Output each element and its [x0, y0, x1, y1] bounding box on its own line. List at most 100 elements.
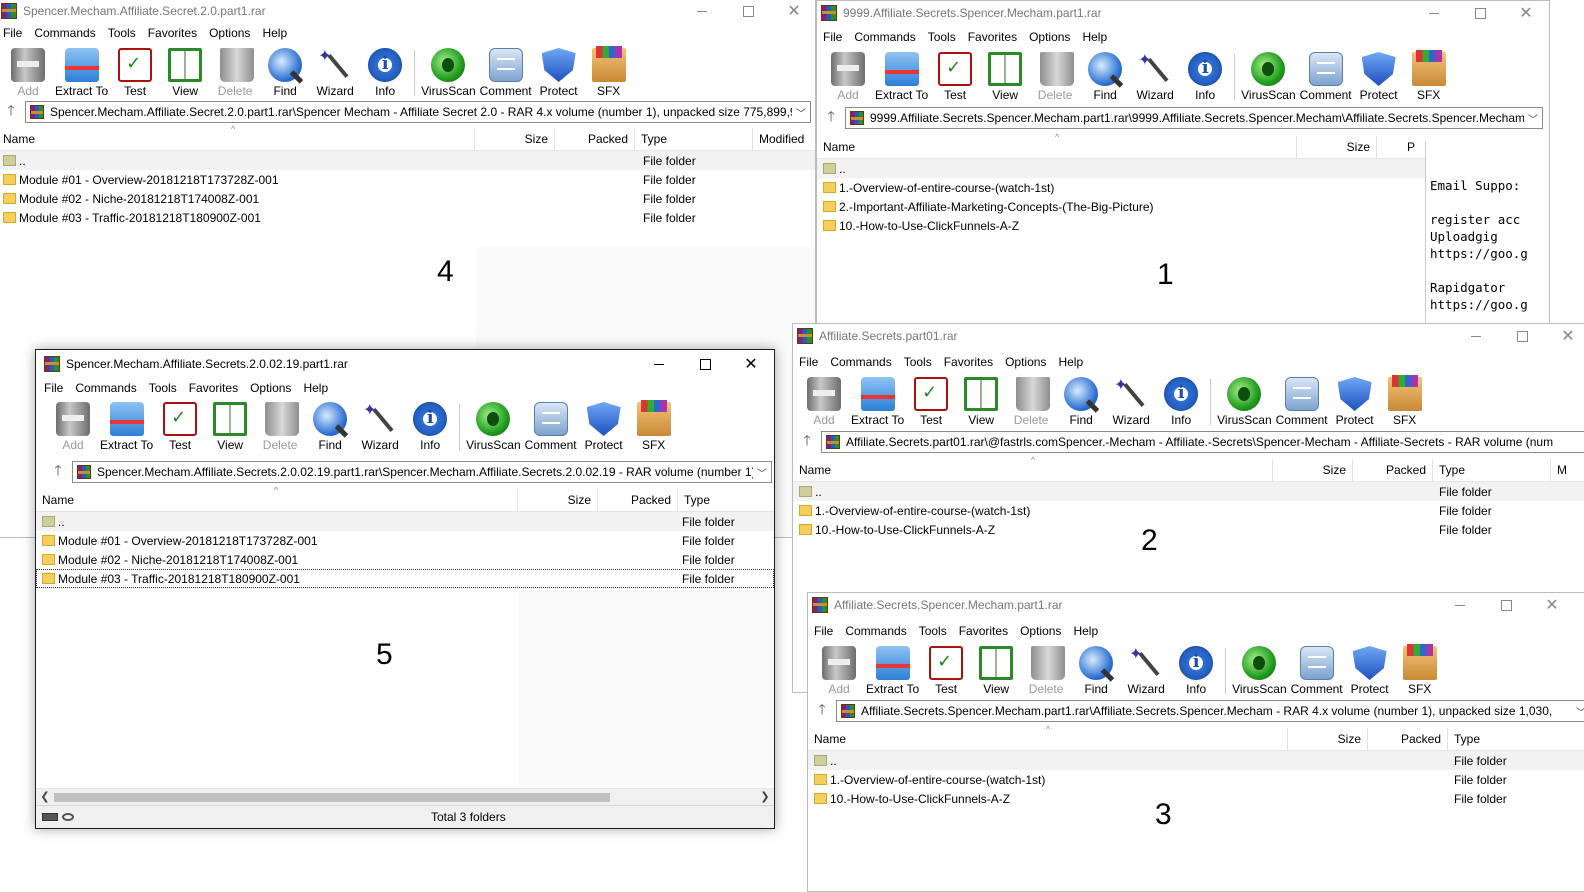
- maximize-button[interactable]: [725, 0, 771, 23]
- add-button[interactable]: Add: [5, 46, 51, 98]
- menu-options[interactable]: Options: [999, 355, 1052, 369]
- delete-button[interactable]: Delete: [212, 46, 258, 98]
- maximize-button[interactable]: [1483, 593, 1529, 617]
- protect-button[interactable]: Protect: [1356, 50, 1402, 102]
- menu-options[interactable]: Options: [1023, 30, 1076, 44]
- virusscan-button[interactable]: VirusScan: [1232, 644, 1287, 696]
- column-modified[interactable]: Modified: [753, 128, 815, 150]
- wizard-button[interactable]: Wizard: [1132, 50, 1178, 102]
- view-button[interactable]: View: [973, 644, 1019, 696]
- menu-tools[interactable]: Tools: [913, 624, 953, 638]
- column-size[interactable]: Size: [1288, 728, 1368, 750]
- path-combobox[interactable]: Spencer.Mecham.Affiliate.Secret.2.0.part…: [25, 101, 811, 123]
- table-row[interactable]: 1.-Overview-of-entire-course-(watch-1st)…: [793, 501, 1584, 520]
- find-button[interactable]: Find: [307, 400, 353, 452]
- table-row[interactable]: 1.-Overview-of-entire-course-(watch-1st)…: [808, 770, 1584, 789]
- view-button[interactable]: View: [982, 50, 1028, 102]
- scrollbar-thumb[interactable]: [54, 793, 610, 802]
- wizard-button[interactable]: Wizard: [357, 400, 403, 452]
- column-modified-cut[interactable]: M: [1551, 459, 1584, 481]
- menu-commands[interactable]: Commands: [69, 381, 142, 395]
- table-row[interactable]: Module #02 - Niche-20181218T174008Z-001 F…: [36, 550, 774, 569]
- menu-favorites[interactable]: Favorites: [183, 381, 244, 395]
- maximize-button[interactable]: [1457, 1, 1503, 25]
- protect-button[interactable]: Protect: [581, 400, 627, 452]
- parent-folder-row[interactable]: ..: [817, 159, 1427, 178]
- extract-to-button[interactable]: Extract To: [851, 375, 904, 427]
- info-button[interactable]: Info: [407, 400, 453, 452]
- info-button[interactable]: Info: [362, 46, 408, 98]
- table-row[interactable]: 2.-Important-Affiliate-Marketing-Concept…: [817, 197, 1427, 216]
- menu-tools[interactable]: Tools: [102, 26, 142, 40]
- menu-help[interactable]: Help: [256, 26, 293, 40]
- find-button[interactable]: Find: [1058, 375, 1104, 427]
- add-button[interactable]: Add: [801, 375, 847, 427]
- column-type[interactable]: Type: [678, 489, 774, 511]
- column-packed-cut[interactable]: P: [1377, 136, 1421, 158]
- menu-options[interactable]: Options: [203, 26, 256, 40]
- add-button[interactable]: Add: [825, 50, 871, 102]
- column-size[interactable]: Size: [1297, 136, 1377, 158]
- sfx-button[interactable]: SFX: [631, 400, 677, 452]
- view-button[interactable]: View: [162, 46, 208, 98]
- minimize-button[interactable]: [1453, 324, 1499, 348]
- menu-favorites[interactable]: Favorites: [142, 26, 203, 40]
- chevron-down-icon[interactable]: ﹀: [753, 465, 771, 480]
- winrar-window-5[interactable]: Spencer.Mecham.Affiliate.Secrets.2.0.02.…: [35, 349, 775, 829]
- menu-tools[interactable]: Tools: [898, 355, 938, 369]
- table-row[interactable]: Module #03 - Traffic-20181218T180900Z-00…: [36, 569, 774, 588]
- parent-folder-row[interactable]: .. File folder: [0, 151, 815, 170]
- column-name[interactable]: Name: [0, 128, 475, 150]
- close-button[interactable]: ✕: [1503, 1, 1549, 25]
- scroll-left-icon[interactable]: ❮: [38, 789, 52, 806]
- add-button[interactable]: Add: [816, 644, 862, 696]
- menu-file[interactable]: File: [0, 26, 28, 40]
- chevron-down-icon[interactable]: ﹀: [792, 105, 810, 120]
- key-icon[interactable]: [62, 813, 74, 821]
- column-type[interactable]: Type: [635, 128, 753, 150]
- minimize-button[interactable]: [1411, 1, 1457, 25]
- add-button[interactable]: Add: [50, 400, 96, 452]
- file-list[interactable]: ^ Name Size Packed Type .. File folder Mod…: [36, 485, 774, 588]
- column-size[interactable]: Size: [518, 489, 598, 511]
- scroll-right-icon[interactable]: ❯: [758, 789, 772, 806]
- menu-options[interactable]: Options: [244, 381, 297, 395]
- menu-help[interactable]: Help: [1076, 30, 1113, 44]
- column-type[interactable]: Type: [1433, 459, 1551, 481]
- virusscan-button[interactable]: VirusScan: [466, 400, 521, 452]
- up-arrow-icon[interactable]: 🡑: [44, 460, 72, 484]
- title-bar[interactable]: Spencer.Mecham.Affiliate.Secrets.2.0.02.…: [36, 350, 774, 378]
- protect-button[interactable]: Protect: [536, 46, 582, 98]
- info-button[interactable]: Info: [1182, 50, 1228, 102]
- close-button[interactable]: ✕: [771, 0, 815, 23]
- sfx-button[interactable]: SFX: [1382, 375, 1428, 427]
- protect-button[interactable]: Protect: [1347, 644, 1393, 696]
- virusscan-button[interactable]: VirusScan: [421, 46, 476, 98]
- file-list[interactable]: ^ Name Size Packed Type M .. File folder 1…: [793, 455, 1584, 539]
- sfx-button[interactable]: SFX: [1397, 644, 1443, 696]
- comment-button[interactable]: Comment: [525, 400, 577, 452]
- column-packed[interactable]: Packed: [1368, 728, 1448, 750]
- close-button[interactable]: ✕: [728, 350, 774, 378]
- menu-help[interactable]: Help: [1052, 355, 1089, 369]
- menu-help[interactable]: Help: [1067, 624, 1104, 638]
- view-button[interactable]: View: [958, 375, 1004, 427]
- winrar-window-1[interactable]: 9999.Affiliate.Secrets.Spencer.Mecham.pa…: [816, 0, 1550, 330]
- view-button[interactable]: View: [207, 400, 253, 452]
- table-row[interactable]: Module #01 - Overview-20181218T173728Z-0…: [0, 170, 815, 189]
- table-row[interactable]: Module #01 - Overview-20181218T173728Z-0…: [36, 531, 774, 550]
- virusscan-button[interactable]: VirusScan: [1217, 375, 1272, 427]
- horizontal-scrollbar[interactable]: ❮ ❯: [36, 788, 774, 806]
- title-bar[interactable]: Spencer.Mecham.Affiliate.Secret.2.0.part…: [0, 0, 815, 23]
- extract-to-button[interactable]: Extract To: [875, 50, 928, 102]
- file-list[interactable]: ^ Name Size P .. 1.-Overview-of-entire-co…: [817, 132, 1427, 235]
- up-arrow-icon[interactable]: 🡑: [0, 100, 25, 124]
- delete-button[interactable]: Delete: [1032, 50, 1078, 102]
- extract-to-button[interactable]: Extract To: [55, 46, 108, 98]
- menu-favorites[interactable]: Favorites: [938, 355, 999, 369]
- path-combobox[interactable]: Affiliate.Secrets.part01.rar\@fastrls.co…: [821, 431, 1584, 453]
- column-packed[interactable]: Packed: [555, 128, 635, 150]
- test-button[interactable]: Test: [923, 644, 969, 696]
- title-bar[interactable]: 9999.Affiliate.Secrets.Spencer.Mecham.pa…: [817, 1, 1549, 25]
- delete-button[interactable]: Delete: [1023, 644, 1069, 696]
